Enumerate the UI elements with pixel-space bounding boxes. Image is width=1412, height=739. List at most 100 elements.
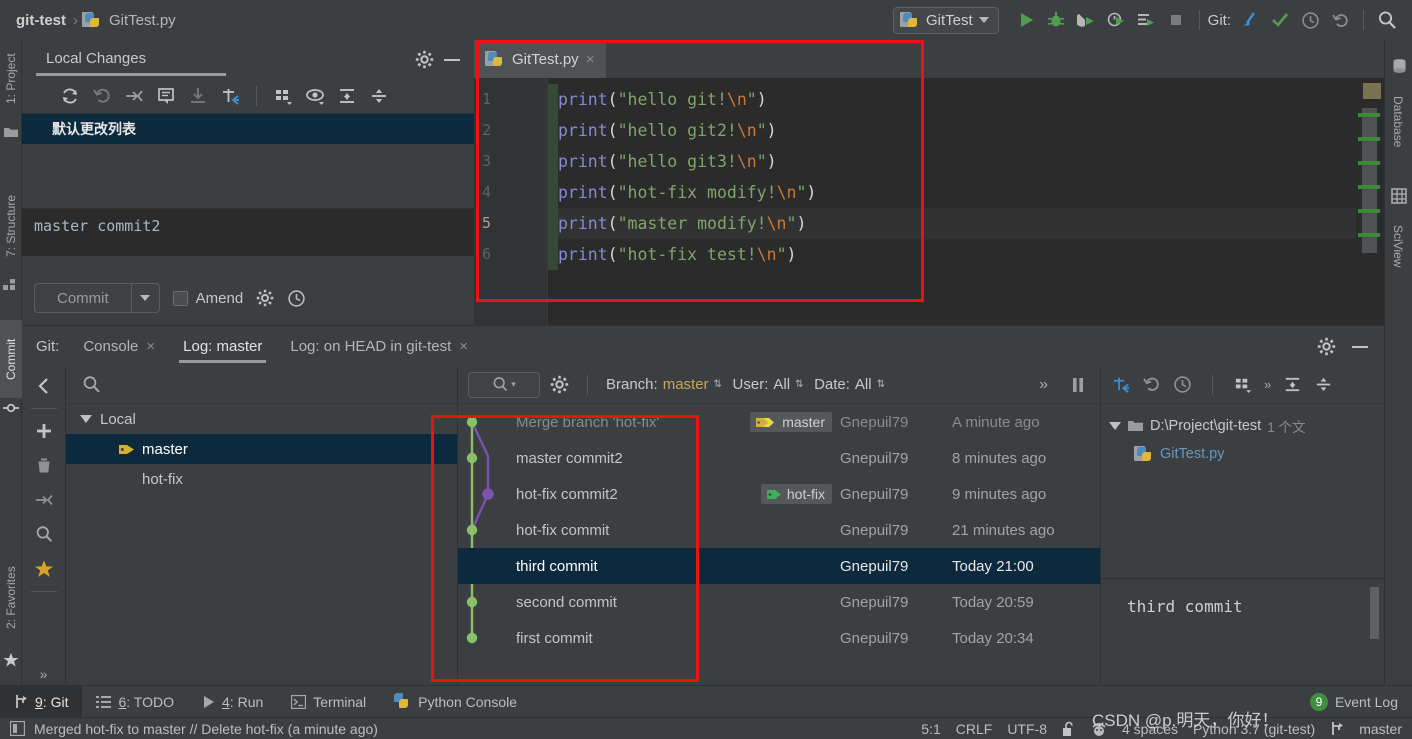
bottom-tool-run[interactable]: 4: Run	[188, 686, 277, 718]
add-icon[interactable]	[30, 419, 58, 443]
file-encoding[interactable]: UTF-8	[1007, 721, 1047, 737]
ref-tag-master[interactable]: master	[750, 412, 832, 432]
minimize-icon[interactable]	[442, 50, 462, 69]
profile-icon[interactable]	[1101, 5, 1131, 35]
code-line[interactable]: print("hot-fix test!\n")	[548, 239, 1384, 270]
run-coverage-icon[interactable]	[1071, 5, 1101, 35]
refresh-icon[interactable]	[56, 82, 84, 110]
table-row-selected[interactable]: third commit Gnepuil79 Today 21:00	[458, 548, 1100, 584]
collapse-all-icon[interactable]	[1314, 375, 1333, 394]
table-row[interactable]: hot-fix commit2 hot-fix Gnepuil79 9 minu…	[458, 476, 1100, 512]
preview-diff-icon[interactable]	[301, 82, 329, 110]
gear-icon[interactable]	[415, 50, 434, 69]
filter-overflow-icon[interactable]: »	[1039, 376, 1060, 394]
chevron-down-icon[interactable]	[1109, 422, 1121, 430]
tree-row-folder[interactable]: D:\Project\git-test 1 个文	[1101, 412, 1384, 440]
code-line[interactable]: print("hot-fix modify!\n")	[548, 177, 1384, 208]
line-separator[interactable]: CRLF	[956, 721, 993, 737]
ref-tag-hotfix[interactable]: hot-fix	[760, 484, 832, 504]
expand-all-icon[interactable]	[1283, 375, 1302, 394]
unshelve-icon[interactable]	[184, 82, 212, 110]
tab-log-master[interactable]: Log: master	[169, 326, 276, 366]
run-configuration-selector[interactable]: GitTest	[892, 6, 999, 34]
close-icon[interactable]: ×	[586, 51, 595, 68]
branch-item-master[interactable]: master	[66, 434, 457, 464]
pause-icon[interactable]	[1070, 376, 1100, 394]
branch-search-field[interactable]	[66, 366, 457, 404]
hector-icon[interactable]	[1091, 721, 1107, 737]
changelist-row[interactable]: 默认更改列表	[22, 114, 474, 144]
unlocked-icon[interactable]	[1062, 721, 1076, 737]
more-icon[interactable]: »	[1264, 377, 1271, 392]
stop-icon[interactable]	[1161, 5, 1191, 35]
collapse-all-icon[interactable]	[365, 82, 393, 110]
back-arrow-icon[interactable]	[30, 374, 58, 398]
revert-icon[interactable]	[1142, 375, 1161, 394]
editor-tab-gittest[interactable]: GitTest.py ×	[474, 40, 607, 78]
commit-button[interactable]: Commit	[34, 283, 160, 313]
event-log-button[interactable]: 9 Event Log	[1309, 692, 1412, 711]
collapse-icon[interactable]	[30, 488, 58, 512]
debug-icon[interactable]	[1041, 5, 1071, 35]
git-history-icon[interactable]	[1295, 5, 1325, 35]
tab-console[interactable]: Console ×	[69, 326, 169, 366]
info-icon[interactable]	[10, 721, 25, 736]
more-icon[interactable]: »	[30, 662, 58, 686]
git-revert-icon[interactable]	[1325, 5, 1355, 35]
caret-position[interactable]: 5:1	[921, 721, 940, 737]
gear-icon[interactable]	[1317, 337, 1336, 356]
run-icon[interactable]	[1011, 5, 1041, 35]
shelve-silently-icon[interactable]	[120, 82, 148, 110]
search-everywhere-icon[interactable]	[1372, 5, 1402, 35]
code-line[interactable]: print("hello git3!\n")	[548, 146, 1384, 177]
tab-log-head[interactable]: Log: on HEAD in git-test ×	[276, 326, 482, 366]
bottom-tool-git[interactable]: 9: Git	[0, 685, 83, 718]
table-row[interactable]: hot-fix commit Gnepuil79 21 minutes ago	[458, 512, 1100, 548]
close-icon[interactable]: ×	[146, 338, 155, 355]
gear-icon[interactable]	[550, 375, 569, 394]
history-icon[interactable]	[1173, 375, 1192, 394]
git-branch-icon[interactable]	[1330, 721, 1344, 736]
code-line[interactable]: print("hello git!\n")	[548, 84, 1384, 115]
current-branch[interactable]: master	[1359, 721, 1402, 737]
git-update-icon[interactable]	[1235, 5, 1265, 35]
log-search-input[interactable]: ▾	[468, 371, 540, 398]
details-vertical-scrollbar[interactable]	[1370, 587, 1379, 639]
delete-icon[interactable]	[30, 454, 58, 478]
comment-icon[interactable]	[152, 82, 180, 110]
amend-checkbox-box[interactable]	[172, 290, 188, 306]
commit-dropdown-arrow[interactable]	[130, 284, 159, 312]
sidebar-item-favorites[interactable]: 2: Favorites	[0, 550, 22, 646]
sidebar-item-database[interactable]: Database	[1384, 82, 1412, 162]
gear-icon[interactable]	[256, 289, 274, 307]
expand-all-icon[interactable]	[333, 82, 361, 110]
bottom-tool-terminal[interactable]: Terminal	[277, 686, 380, 718]
sidebar-item-structure[interactable]: 7: Structure	[0, 180, 22, 272]
bottom-tool-python-console[interactable]: Python Console	[380, 686, 531, 718]
table-row[interactable]: Merge branch 'hot-fix' master Gnepuil79 …	[458, 404, 1100, 440]
diff-icon[interactable]	[1111, 375, 1130, 394]
search-icon[interactable]	[30, 522, 58, 546]
branch-item-hotfix[interactable]: hot-fix	[66, 464, 457, 494]
group-by-icon[interactable]	[1233, 375, 1252, 394]
sidebar-item-commit[interactable]: Commit	[0, 320, 22, 398]
rollback-icon[interactable]	[88, 82, 116, 110]
editor-scrollbar[interactable]	[1356, 78, 1384, 325]
table-row[interactable]: first commit Gnepuil79 Today 20:34	[458, 620, 1100, 656]
star-icon[interactable]	[30, 557, 58, 581]
scrollbar-thumb[interactable]	[1362, 108, 1377, 253]
indent-setting[interactable]: 4 spaces	[1122, 721, 1178, 737]
table-row[interactable]: second commit Gnepuil79 Today 20:59	[458, 584, 1100, 620]
minimize-icon[interactable]	[1350, 337, 1370, 356]
git-commit-check-icon[interactable]	[1265, 5, 1295, 35]
code-line-current[interactable]: print("master modify!\n")	[548, 208, 1384, 239]
breadcrumb-project[interactable]: git-test	[16, 12, 66, 29]
branch-group-local[interactable]: Local	[66, 404, 457, 434]
branch-filter[interactable]: Branch: master ⇅	[606, 376, 723, 393]
tree-row-file[interactable]: GitTest.py	[1101, 440, 1384, 468]
sidebar-item-sciview[interactable]: SciView	[1384, 210, 1412, 282]
amend-checkbox[interactable]: Amend	[172, 290, 243, 307]
close-icon[interactable]: ×	[459, 338, 468, 355]
date-filter[interactable]: Date: All ⇅	[814, 376, 886, 393]
local-changes-title[interactable]: Local Changes	[46, 50, 146, 69]
